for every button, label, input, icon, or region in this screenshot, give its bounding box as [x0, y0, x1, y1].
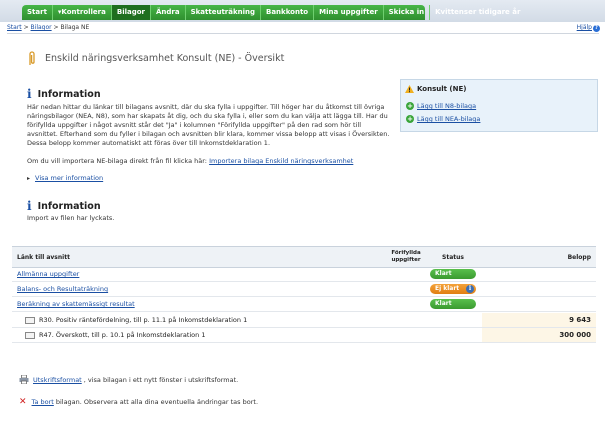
- section-link-balans[interactable]: Balans- och Resultaträkning: [17, 285, 108, 293]
- info-icon[interactable]: i: [466, 285, 474, 293]
- sidebox-header: Konsult (NE): [405, 85, 466, 93]
- information-text: Här nedan hittar du länkar till bilagans…: [27, 103, 390, 147]
- import-paragraph: Om du vill importera NE-bilaga direkt fr…: [27, 157, 393, 166]
- add-n8-label: Lägg till N8-bilaga: [417, 102, 477, 110]
- page-title-row: Enskild näringsverksamhet Konsult (NE) -…: [27, 50, 284, 66]
- printer-icon: [19, 375, 29, 384]
- information-heading-2-text: Information: [37, 200, 101, 212]
- table-header: Länk till avsnitt Förifyllda uppgifter S…: [12, 246, 596, 268]
- import-link[interactable]: Importera bilaga Enskild näringsverksamh…: [209, 157, 353, 165]
- show-more-info-label: Visa mer information: [35, 174, 104, 182]
- info-icon: i: [27, 87, 32, 101]
- calc-row: R30. Positiv räntefördelning, till p. 11…: [12, 313, 596, 328]
- nav-kvittenser[interactable]: Kvittenser tidigare år: [430, 5, 525, 20]
- help-label: Hjälp: [576, 24, 592, 31]
- information-heading-text: Information: [37, 88, 101, 100]
- status-label: Klart: [435, 270, 452, 277]
- amount-cell: 9 643: [482, 313, 596, 327]
- print-format-link[interactable]: Utskriftsformat: [33, 376, 82, 384]
- table-row: Allmänna uppgifter Klart: [12, 267, 596, 282]
- nav-skicka-in[interactable]: Skicka in: [384, 5, 431, 20]
- info-icon: i: [27, 199, 32, 213]
- table-row: Balans- och Resultaträkning Ej klart i: [12, 282, 596, 297]
- header-section: Länk till avsnitt: [17, 254, 70, 261]
- amount-value: 300 000: [559, 331, 591, 339]
- information-heading: i Information: [27, 87, 101, 101]
- breadcrumb-separator: >: [23, 24, 29, 31]
- calc-label-text: R47. Överskott, till p. 10.1 på Inkomstd…: [39, 331, 206, 339]
- delete-row: ✕ Ta bort bilagan. Observera att alla di…: [19, 397, 258, 407]
- breadcrumb: Start > Bilagor > Bilaga NE: [7, 24, 89, 31]
- table-row: Beräkning av skattemässigt resultat Klar…: [12, 297, 596, 312]
- information-heading-2: i Information: [27, 199, 101, 213]
- add-icon: +: [406, 115, 414, 123]
- calc-row: R47. Överskott, till p. 10.1 på Inkomstd…: [12, 328, 596, 343]
- help-link[interactable]: Hjälp?: [577, 24, 600, 32]
- amount-value: 9 643: [569, 316, 591, 324]
- nav-skatteutrakning[interactable]: Skatteuträkning: [186, 5, 261, 20]
- nav-kontrollera[interactable]: ▾Kontrollera: [53, 5, 112, 20]
- calc-label: R47. Överskott, till p. 10.1 på Inkomstd…: [25, 331, 205, 339]
- header-divider: [7, 33, 599, 34]
- main-navigation: Start ▾Kontrollera Bilagor Ändra Skatteu…: [22, 5, 520, 20]
- show-more-info-link[interactable]: ▸ Visa mer information: [27, 174, 103, 182]
- page-title: Enskild näringsverksamhet Konsult (NE) -…: [45, 52, 285, 64]
- delete-icon: ✕: [19, 397, 27, 407]
- print-format-row: Utskriftsformat , visa bilagan i ett nyt…: [19, 375, 238, 384]
- header-amount: Belopp: [567, 254, 591, 261]
- breadcrumb-current: Bilaga NE: [60, 24, 90, 31]
- section-link-berakning[interactable]: Beräkning av skattemässigt resultat: [17, 300, 135, 308]
- nav-start[interactable]: Start: [22, 5, 53, 20]
- sidebox-title: Konsult (NE): [417, 85, 467, 93]
- warning-icon: [405, 85, 414, 93]
- add-nea-label: Lägg till NEA-bilaga: [417, 115, 481, 123]
- status-label: Ej klart: [435, 285, 460, 292]
- top-bar: Start ▾Kontrollera Bilagor Ändra Skatteu…: [0, 0, 605, 22]
- nav-mina-uppgifter[interactable]: Mina uppgifter: [314, 5, 384, 20]
- breadcrumb-bilagor[interactable]: Bilagor: [31, 24, 52, 31]
- delete-link[interactable]: Ta bort: [32, 398, 54, 406]
- paperclip-icon: [29, 51, 35, 65]
- status-badge: Klart: [430, 299, 476, 309]
- nav-bankkonto[interactable]: Bankkonto: [261, 5, 315, 20]
- import-success-text: Import av filen har lyckats.: [27, 214, 115, 222]
- nav-bilagor[interactable]: Bilagor: [111, 5, 151, 20]
- add-nea-link[interactable]: + Lägg till NEA-bilaga: [406, 115, 480, 123]
- breadcrumb-start[interactable]: Start: [7, 24, 22, 31]
- nav-andra[interactable]: Ändra: [151, 5, 186, 20]
- breadcrumb-separator: >: [53, 24, 59, 31]
- calculator-icon: [25, 331, 35, 339]
- delete-text: bilagan. Observera att alla dina eventue…: [55, 398, 259, 406]
- calculator-icon: [25, 316, 35, 324]
- import-prefix: Om du vill importera NE-bilaga direkt fr…: [27, 157, 207, 165]
- add-icon: +: [406, 102, 414, 110]
- calc-label-text: R30. Positiv räntefördelning, till p. 11…: [39, 316, 248, 324]
- expand-arrow-icon: ▸: [27, 174, 31, 182]
- amount-cell: 300 000: [482, 328, 596, 342]
- add-n8-link[interactable]: + Lägg till N8-bilaga: [406, 102, 476, 110]
- section-link-allmanna[interactable]: Allmänna uppgifter: [17, 270, 79, 278]
- status-label: Klart: [435, 300, 452, 307]
- calc-label: R30. Positiv räntefördelning, till p. 11…: [25, 316, 247, 324]
- attachment-sidebox: Konsult (NE) + Lägg till N8-bilaga + Läg…: [400, 79, 598, 132]
- header-status: Status: [442, 254, 464, 261]
- header-prefilled: Förifyllda uppgifter: [391, 250, 421, 263]
- print-format-text: , visa bilagan i ett nytt fönster i utsk…: [83, 375, 239, 384]
- status-badge: Klart: [430, 269, 476, 279]
- status-badge: Ej klart i: [430, 284, 476, 294]
- help-icon: ?: [593, 25, 600, 32]
